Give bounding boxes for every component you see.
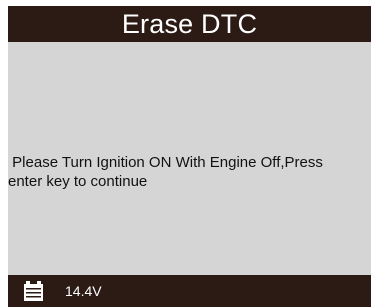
instruction-message: Please Turn Ignition ON With Engine Off,…	[8, 154, 323, 190]
page-title: Erase DTC	[121, 8, 258, 39]
status-bar: 14.4V	[8, 275, 371, 307]
battery-voltage: 14.4V	[65, 283, 102, 299]
message-panel: Please Turn Ignition ON With Engine Off,…	[8, 42, 371, 275]
battery-icon	[22, 281, 45, 301]
erase-dtc-screen: Erase DTC Please Turn Ignition ON With E…	[0, 0, 371, 307]
title-bar: Erase DTC	[8, 6, 371, 42]
